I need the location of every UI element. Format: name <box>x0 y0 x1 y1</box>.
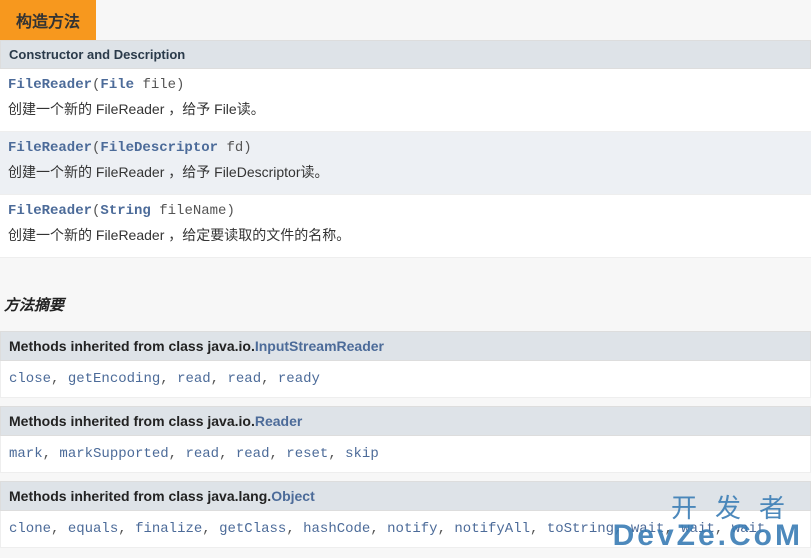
separator: , <box>160 371 177 387</box>
separator: , <box>286 521 303 537</box>
method-link[interactable]: finalize <box>135 521 202 537</box>
method-link[interactable]: wait <box>631 521 665 537</box>
constructor-signature: FileReader(File file) <box>8 77 803 93</box>
constructor-description: 创建一个新的 FileReader ，给定要读取的文件的名称。 <box>8 225 803 245</box>
parent-class-link[interactable]: Reader <box>255 413 302 429</box>
method-link[interactable]: read <box>227 371 261 387</box>
separator: , <box>530 521 547 537</box>
class-link[interactable]: FileReader <box>8 77 92 93</box>
method-list: mark, markSupported, read, read, reset, … <box>0 436 811 473</box>
separator: , <box>211 371 228 387</box>
separator: , <box>715 521 732 537</box>
param-name: fd <box>226 140 243 156</box>
constructors-tab[interactable]: 构造方法 <box>0 0 96 40</box>
class-link[interactable]: FileReader <box>8 203 92 219</box>
method-link[interactable]: getClass <box>219 521 286 537</box>
inherited-header: Methods inherited from class java.io.Inp… <box>0 331 811 361</box>
inherited-methods-container: Methods inherited from class java.io.Inp… <box>0 331 811 548</box>
separator: , <box>664 521 681 537</box>
method-link[interactable]: markSupported <box>59 446 168 462</box>
table-row: FileReader(String fileName) 创建一个新的 FileR… <box>0 195 811 258</box>
method-summary-title: 方法摘要 <box>0 282 811 323</box>
method-link[interactable]: read <box>177 371 211 387</box>
method-link[interactable]: wait <box>681 521 715 537</box>
inherited-prefix: Methods inherited from class java.io. <box>9 338 255 354</box>
type-link[interactable]: File <box>100 77 134 93</box>
method-list: close, getEncoding, read, read, ready <box>0 361 811 398</box>
separator: , <box>43 446 60 462</box>
inherited-block: Methods inherited from class java.io.Rea… <box>0 406 811 473</box>
method-link[interactable]: read <box>185 446 219 462</box>
method-link[interactable]: close <box>9 371 51 387</box>
constructor-description: 创建一个新的 FileReader ，给予 File读。 <box>8 99 803 119</box>
separator: , <box>51 521 68 537</box>
table-row: FileReader(FileDescriptor fd) 创建一个新的 Fil… <box>0 132 811 195</box>
method-link[interactable]: reset <box>286 446 328 462</box>
method-link[interactable]: read <box>236 446 270 462</box>
method-link[interactable]: getEncoding <box>68 371 160 387</box>
constructor-section-header: Constructor and Description <box>0 40 811 69</box>
method-link[interactable]: mark <box>9 446 43 462</box>
type-link[interactable]: FileDescriptor <box>100 140 218 156</box>
param-name: file <box>142 77 176 93</box>
separator: , <box>169 446 186 462</box>
inherited-block: Methods inherited from class java.lang.O… <box>0 481 811 548</box>
separator: , <box>261 371 278 387</box>
separator: , <box>438 521 455 537</box>
method-link[interactable]: notify <box>387 521 437 537</box>
inherited-header: Methods inherited from class java.lang.O… <box>0 481 811 511</box>
method-link[interactable]: hashCode <box>303 521 370 537</box>
separator: , <box>328 446 345 462</box>
inherited-header: Methods inherited from class java.io.Rea… <box>0 406 811 436</box>
constructor-description: 创建一个新的 FileReader ，给予 FileDescriptor读。 <box>8 162 803 182</box>
separator: , <box>370 521 387 537</box>
separator: , <box>51 371 68 387</box>
parent-class-link[interactable]: Object <box>271 488 315 504</box>
separator: , <box>614 521 631 537</box>
inherited-prefix: Methods inherited from class java.lang. <box>9 488 271 504</box>
type-link[interactable]: String <box>100 203 150 219</box>
class-link[interactable]: FileReader <box>8 140 92 156</box>
method-list: clone, equals, finalize, getClass, hashC… <box>0 511 811 548</box>
method-link[interactable]: wait <box>732 521 766 537</box>
tab-header: 构造方法 <box>0 0 811 40</box>
constructor-signature: FileReader(String fileName) <box>8 203 803 219</box>
inherited-prefix: Methods inherited from class java.io. <box>9 413 255 429</box>
constructor-signature: FileReader(FileDescriptor fd) <box>8 140 803 156</box>
table-row: FileReader(File file) 创建一个新的 FileReader … <box>0 69 811 132</box>
param-name: fileName <box>159 203 226 219</box>
method-link[interactable]: toString <box>547 521 614 537</box>
separator: , <box>202 521 219 537</box>
method-link[interactable]: clone <box>9 521 51 537</box>
parent-class-link[interactable]: InputStreamReader <box>255 338 384 354</box>
separator: , <box>269 446 286 462</box>
method-link[interactable]: skip <box>345 446 379 462</box>
method-link[interactable]: equals <box>68 521 118 537</box>
constructor-table: FileReader(File file) 创建一个新的 FileReader … <box>0 69 811 258</box>
inherited-block: Methods inherited from class java.io.Inp… <box>0 331 811 398</box>
method-link[interactable]: notifyAll <box>454 521 530 537</box>
separator: , <box>219 446 236 462</box>
method-link[interactable]: ready <box>278 371 320 387</box>
separator: , <box>118 521 135 537</box>
